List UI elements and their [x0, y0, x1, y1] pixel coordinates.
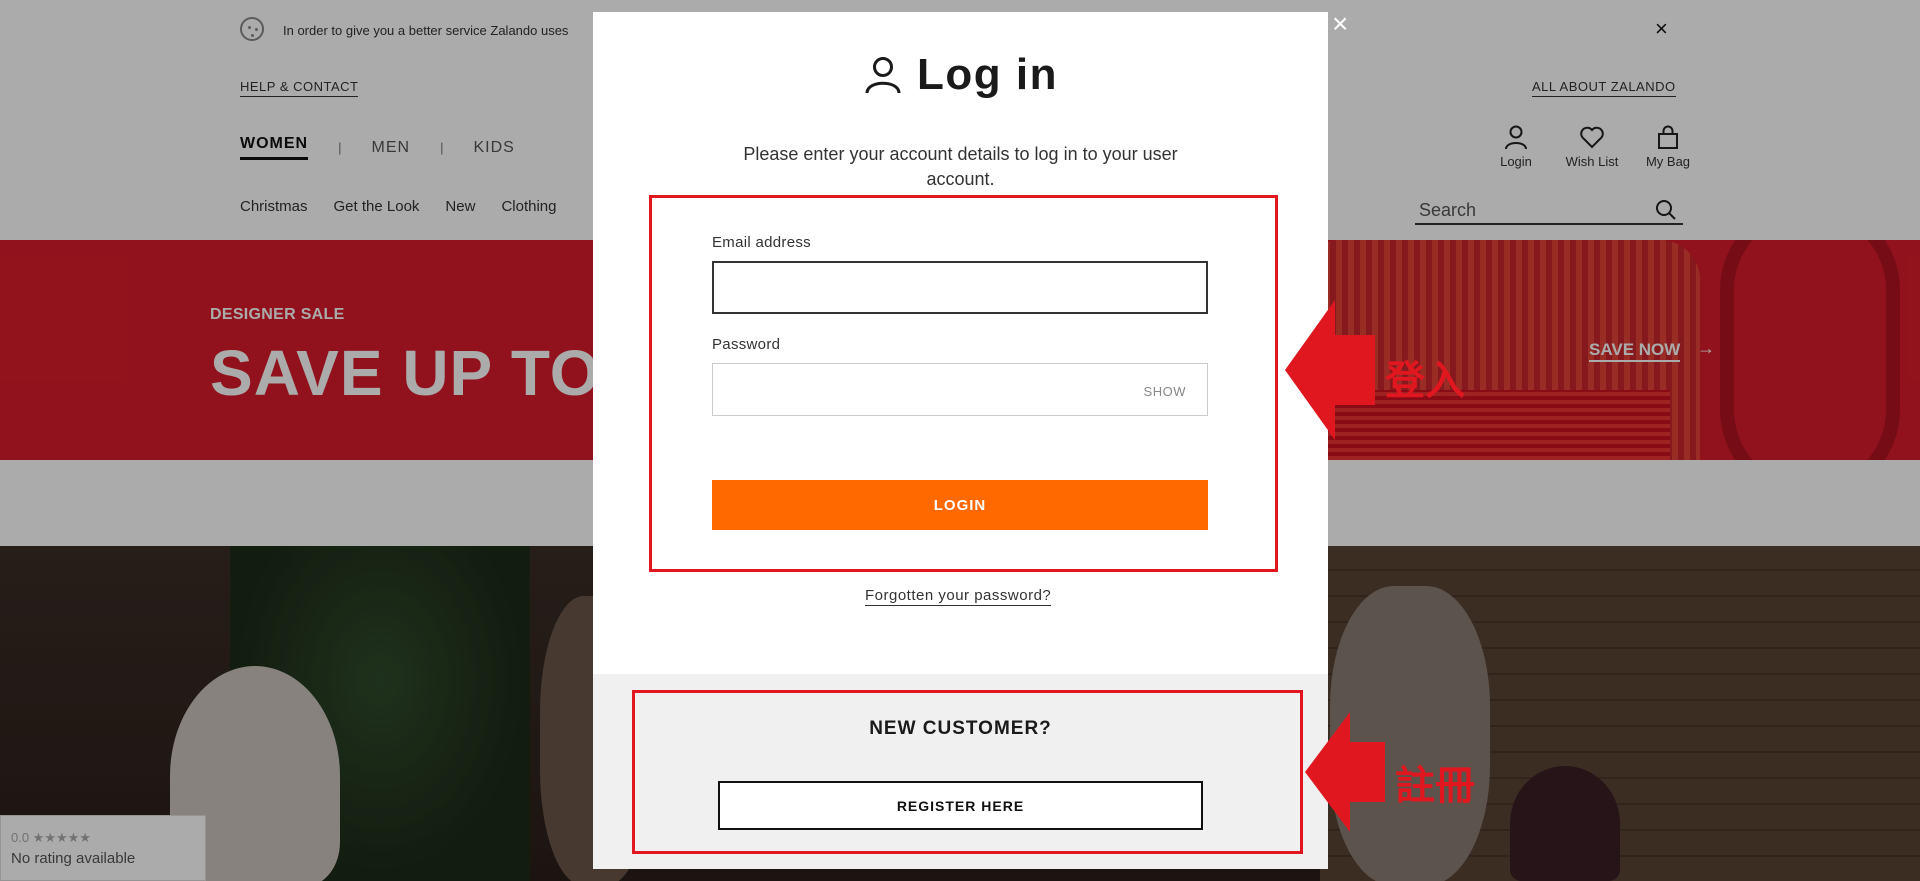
- modal-description: Please enter your account details to log…: [743, 144, 1178, 189]
- arrow-left-icon: [1285, 300, 1375, 440]
- register-highlight-box: [632, 690, 1303, 854]
- annotation-login-label: 登入: [1385, 358, 1465, 404]
- modal-close-icon[interactable]: ×: [1332, 10, 1348, 38]
- arrow-left-icon: [1305, 712, 1385, 832]
- modal-title-text: Log in: [917, 50, 1058, 99]
- user-icon: [865, 57, 901, 94]
- annotation-register-label: 註冊: [1395, 763, 1475, 809]
- login-highlight-box: [649, 195, 1278, 572]
- modal-title: Log in: [593, 50, 1328, 100]
- forgot-password-link[interactable]: Forgotten your password?: [865, 587, 1052, 606]
